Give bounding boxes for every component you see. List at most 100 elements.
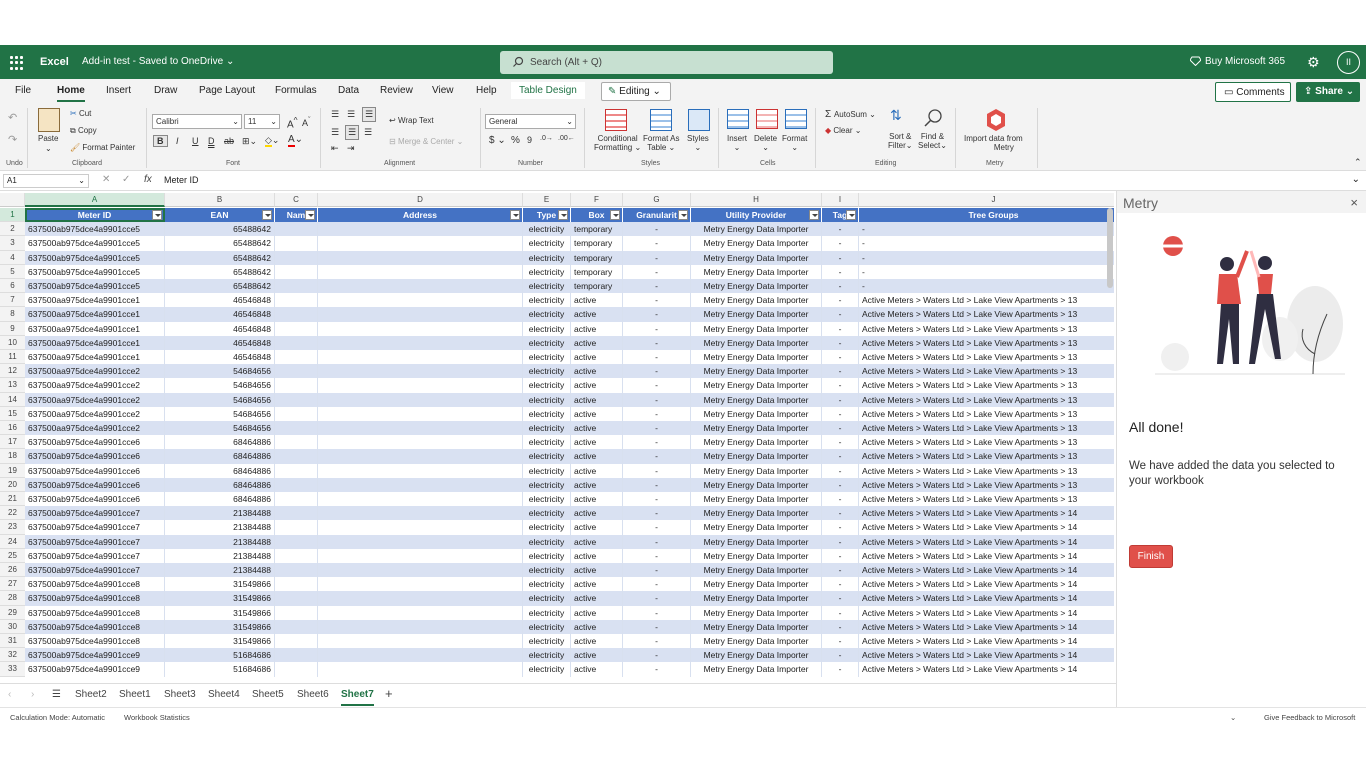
table-cell[interactable]: active [571,577,623,592]
row-header[interactable]: 4 [0,250,25,265]
table-cell[interactable]: Metry Energy Data Importer [691,321,822,336]
table-cell[interactable]: active [571,364,623,379]
table-cell[interactable]: 637500ab975dce4a9901cce9 [25,648,165,663]
table-cell[interactable]: - [623,520,691,535]
table-cell[interactable] [318,321,523,336]
table-cell[interactable]: Metry Energy Data Importer [691,563,822,578]
table-cell[interactable]: temporary [571,222,623,237]
table-cell[interactable]: 65488642 [165,222,275,237]
table-cell[interactable]: 68464886 [165,492,275,507]
table-cell[interactable]: active [571,506,623,521]
row-header[interactable]: 23 [0,520,25,535]
row-header[interactable]: 10 [0,335,25,350]
table-cell[interactable] [318,222,523,237]
row-header[interactable]: 21 [0,492,25,507]
table-header-cell[interactable]: Tag [822,208,859,223]
table-header-cell[interactable]: Utility Provider [691,208,822,223]
table-cell[interactable]: 54684656 [165,421,275,436]
table-cell[interactable]: - [623,449,691,464]
redo-icon[interactable]: ↷ [8,133,17,146]
table-cell[interactable]: electricity [523,534,571,549]
table-cell[interactable]: - [623,364,691,379]
table-cell[interactable]: 637500ab975dce4a9901cce7 [25,520,165,535]
table-cell[interactable]: electricity [523,634,571,649]
decrease-font-icon[interactable]: Aˇ [302,115,311,128]
table-cell[interactable] [275,605,318,620]
table-cell[interactable]: active [571,520,623,535]
tab-insert[interactable]: Insert [106,85,131,96]
table-cell[interactable]: electricity [523,350,571,365]
table-cell[interactable]: Metry Energy Data Importer [691,378,822,393]
column-header-b[interactable]: B [165,193,275,207]
table-cell[interactable]: - [822,279,859,294]
undo-icon[interactable]: ↶ [8,111,17,124]
metry-logo-icon[interactable] [985,108,1007,132]
table-cell[interactable]: 46546848 [165,293,275,308]
table-cell[interactable]: - [623,350,691,365]
table-cell[interactable]: - [822,520,859,535]
table-cell[interactable]: - [822,662,859,677]
table-cell[interactable]: 637500aa975dce4a9901cce1 [25,293,165,308]
filter-dropdown-icon[interactable] [558,210,568,220]
format-painter-button[interactable]: 🖌 Format Painter [70,143,135,152]
table-cell[interactable]: 46546848 [165,307,275,322]
table-cell[interactable]: 637500ab975dce4a9901cce8 [25,605,165,620]
close-icon[interactable]: × [1350,195,1358,210]
table-cell[interactable]: Active Meters > Waters Ltd > Lake View A… [859,307,1114,322]
table-cell[interactable]: active [571,293,623,308]
table-cell[interactable]: - [822,435,859,450]
row-header[interactable]: 13 [0,378,25,393]
table-cell[interactable]: Active Meters > Waters Ltd > Lake View A… [859,435,1114,450]
app-name[interactable]: Excel [40,56,69,68]
filter-dropdown-icon[interactable] [846,210,856,220]
sheet-tab-sheet6[interactable]: Sheet6 [297,689,329,700]
table-cell[interactable]: Active Meters > Waters Ltd > Lake View A… [859,364,1114,379]
row-header[interactable]: 24 [0,534,25,549]
table-cell[interactable]: Active Meters > Waters Ltd > Lake View A… [859,619,1114,634]
table-cell[interactable]: - [623,406,691,421]
table-cell[interactable]: 54684656 [165,392,275,407]
table-cell[interactable]: Active Meters > Waters Ltd > Lake View A… [859,449,1114,464]
table-cell[interactable]: 31549866 [165,591,275,606]
row-header[interactable]: 5 [0,264,25,279]
calculation-mode[interactable]: Calculation Mode: Automatic [10,713,105,722]
table-cell[interactable]: active [571,449,623,464]
table-cell[interactable]: 46546848 [165,350,275,365]
table-cell[interactable] [318,350,523,365]
table-cell[interactable]: temporary [571,236,623,251]
table-cell[interactable]: Active Meters > Waters Ltd > Lake View A… [859,335,1114,350]
table-cell[interactable] [318,307,523,322]
table-cell[interactable] [275,378,318,393]
table-cell[interactable]: electricity [523,563,571,578]
paste-button[interactable]: Paste [38,134,58,143]
table-cell[interactable]: 637500ab975dce4a9901cce9 [25,662,165,677]
table-cell[interactable] [318,634,523,649]
table-cell[interactable] [318,364,523,379]
table-cell[interactable]: - [822,293,859,308]
table-cell[interactable]: Active Meters > Waters Ltd > Lake View A… [859,548,1114,563]
import-data-from-metry-button[interactable]: Import data from Metry [964,134,1023,152]
table-cell[interactable]: Metry Energy Data Importer [691,392,822,407]
table-cell[interactable]: electricity [523,321,571,336]
table-cell[interactable]: 31549866 [165,605,275,620]
table-cell[interactable]: 637500ab975dce4a9901cce5 [25,236,165,251]
paste-icon[interactable] [38,108,60,132]
table-cell[interactable]: 21384488 [165,506,275,521]
row-header[interactable]: 30 [0,619,25,634]
buy-microsoft-365-link[interactable]: Buy Microsoft 365 [1189,56,1285,67]
table-cell[interactable]: electricity [523,335,571,350]
filter-dropdown-icon[interactable] [152,210,162,220]
table-cell[interactable]: active [571,307,623,322]
table-cell[interactable]: 637500aa975dce4a9901cce1 [25,350,165,365]
percent-icon[interactable]: % [511,135,520,146]
table-cell[interactable]: Metry Energy Data Importer [691,591,822,606]
table-cell[interactable] [275,463,318,478]
table-cell[interactable]: 637500ab975dce4a9901cce8 [25,619,165,634]
table-cell[interactable] [318,506,523,521]
table-cell[interactable]: - [623,605,691,620]
underline-button[interactable]: U [192,136,199,146]
table-cell[interactable]: - [822,222,859,237]
table-cell[interactable]: - [623,662,691,677]
table-cell[interactable]: temporary [571,250,623,265]
table-cell[interactable]: Metry Energy Data Importer [691,463,822,478]
